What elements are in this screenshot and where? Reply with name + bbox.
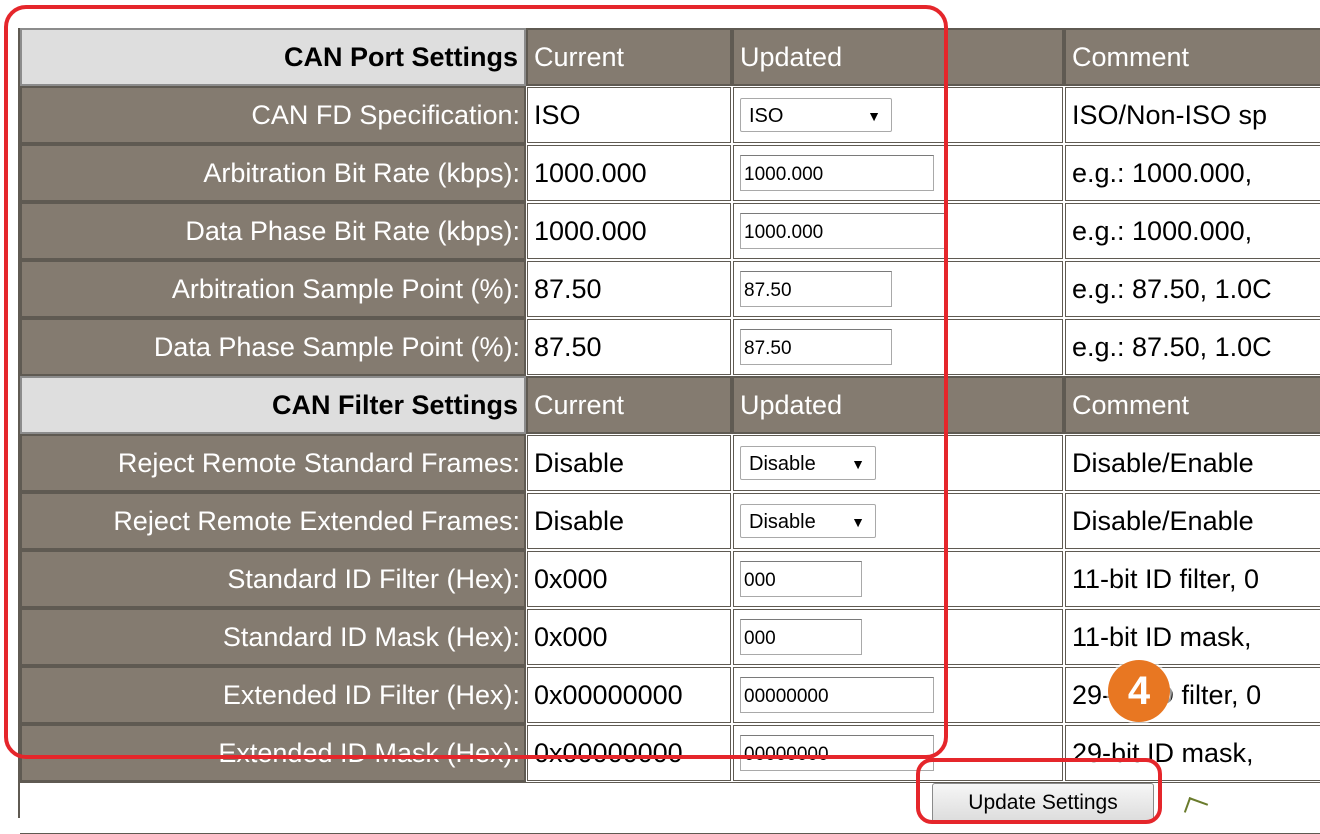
select-value: Disable xyxy=(749,510,816,533)
section-title-can-filter: CAN Filter Settings xyxy=(20,376,526,434)
comment: e.g.: 87.50, 1.0C xyxy=(1065,261,1320,317)
standard-id-mask-input[interactable]: 000 xyxy=(740,619,862,655)
arbitration-bit-rate-input[interactable]: 1000.000 xyxy=(740,155,934,191)
row-label: Reject Remote Standard Frames: xyxy=(20,434,526,492)
data-phase-sample-point-input[interactable]: 87.50 xyxy=(740,329,892,365)
current-value: 1000.000 xyxy=(527,145,731,201)
updated-cell: 87.50 xyxy=(733,319,1063,375)
current-value: 0x00000000 xyxy=(527,667,731,723)
comment: ISO/Non-ISO sp xyxy=(1065,87,1320,143)
step-number-badge: 4 xyxy=(1108,660,1170,722)
current-value: 87.50 xyxy=(527,261,731,317)
current-value: 0x000 xyxy=(527,609,731,665)
updated-cell: 000 xyxy=(733,609,1063,665)
column-header-comment: Comment xyxy=(1064,376,1320,434)
comment: 11-bit ID filter, 0 xyxy=(1065,551,1320,607)
column-header-updated: Updated xyxy=(732,28,1064,86)
reject-remote-standard-select[interactable]: Disable ▼ xyxy=(740,446,876,480)
triangle-down-icon: ▼ xyxy=(851,514,865,530)
row-label: CAN FD Specification: xyxy=(20,86,526,144)
row-label: Standard ID Mask (Hex): xyxy=(20,608,526,666)
data-phase-bit-rate-input[interactable]: 1000.000 xyxy=(740,213,948,249)
arbitration-sample-point-input[interactable]: 87.50 xyxy=(740,271,892,307)
column-header-current: Current xyxy=(526,376,732,434)
current-value: Disable xyxy=(527,493,731,549)
row-label: Data Phase Bit Rate (kbps): xyxy=(20,202,526,260)
current-value: 0x00000000 xyxy=(527,725,731,781)
row-label: Extended ID Mask (Hex): xyxy=(20,724,526,782)
comment: Disable/Enable xyxy=(1065,435,1320,491)
current-value: 0x000 xyxy=(527,551,731,607)
current-value: 87.50 xyxy=(527,319,731,375)
standard-id-filter-input[interactable]: 000 xyxy=(740,561,862,597)
row-label: Data Phase Sample Point (%): xyxy=(20,318,526,376)
row-label: Arbitration Bit Rate (kbps): xyxy=(20,144,526,202)
updated-cell: 00000000 xyxy=(733,667,1063,723)
section-title-can-port: CAN Port Settings xyxy=(20,28,526,86)
updated-cell: 87.50 xyxy=(733,261,1063,317)
current-value: ISO xyxy=(527,87,731,143)
row-label: Arbitration Sample Point (%): xyxy=(20,260,526,318)
updated-cell: Disable ▼ xyxy=(733,435,1063,491)
updated-cell: 000 xyxy=(733,551,1063,607)
comment: 29-bit ID filter, 0 xyxy=(1065,667,1320,723)
extended-id-mask-input[interactable]: 00000000 xyxy=(740,735,934,771)
select-value: ISO xyxy=(749,104,784,127)
triangle-down-icon: ▼ xyxy=(851,456,865,472)
row-label: Reject Remote Extended Frames: xyxy=(20,492,526,550)
current-value: 1000.000 xyxy=(527,203,731,259)
update-settings-button[interactable]: Update Settings xyxy=(932,783,1154,823)
column-header-current: Current xyxy=(526,28,732,86)
current-value: Disable xyxy=(527,435,731,491)
comment: e.g.: 1000.000, xyxy=(1065,203,1320,259)
updated-cell: 00000000 xyxy=(733,725,1063,781)
select-value: Disable xyxy=(749,452,816,475)
updated-cell: Disable ▼ xyxy=(733,493,1063,549)
row-label: Extended ID Filter (Hex): xyxy=(20,666,526,724)
comment: e.g.: 1000.000, xyxy=(1065,145,1320,201)
comment: Disable/Enable xyxy=(1065,493,1320,549)
comment: 29-bit ID mask, xyxy=(1065,725,1320,781)
row-label: Standard ID Filter (Hex): xyxy=(20,550,526,608)
updated-cell: 1000.000 xyxy=(733,145,1063,201)
updated-cell: 1000.000 xyxy=(733,203,1063,259)
comment: e.g.: 87.50, 1.0C xyxy=(1065,319,1320,375)
extended-id-filter-input[interactable]: 00000000 xyxy=(740,677,934,713)
reject-remote-extended-select[interactable]: Disable ▼ xyxy=(740,504,876,538)
can-fd-spec-select[interactable]: ISO ▼ xyxy=(740,98,892,132)
column-header-comment: Comment xyxy=(1064,28,1320,86)
comment: 11-bit ID mask, xyxy=(1065,609,1320,665)
form-footer: Update Settings xyxy=(20,782,1320,834)
triangle-down-icon: ▼ xyxy=(867,108,881,124)
column-header-updated: Updated xyxy=(732,376,1064,434)
updated-cell: ISO ▼ xyxy=(733,87,1063,143)
